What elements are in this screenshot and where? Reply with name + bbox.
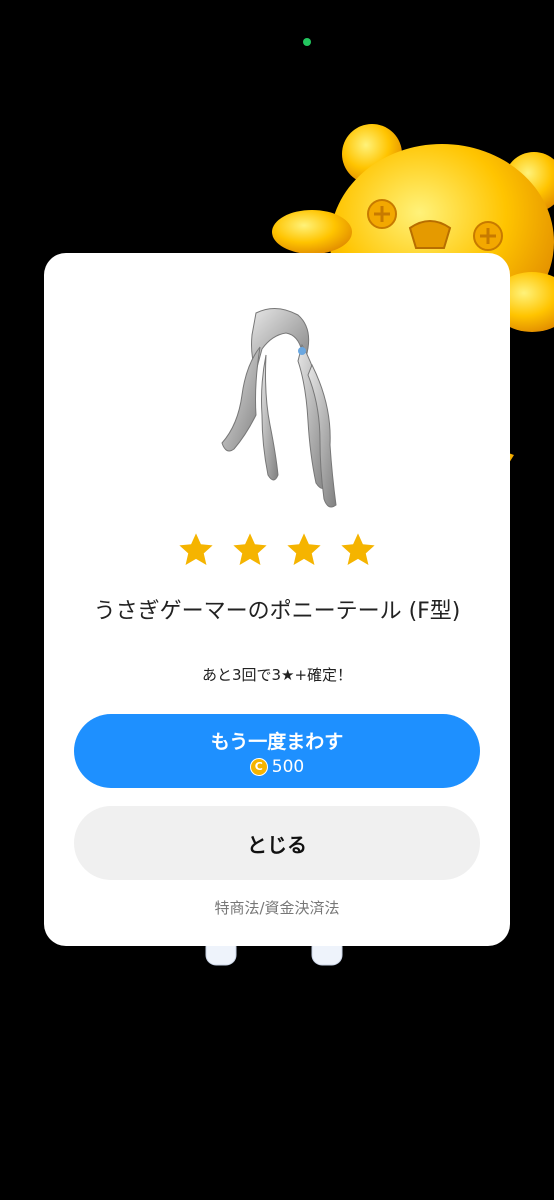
coin-icon: C xyxy=(249,757,268,776)
star-icon xyxy=(179,533,213,566)
rarity-stars xyxy=(44,531,510,569)
spin-cost-amount: 500 xyxy=(271,756,305,777)
pity-counter-text: あと3回で3★+確定！ xyxy=(201,666,353,684)
star-icon xyxy=(233,533,267,566)
ponytail-hair-item-image xyxy=(221,308,337,508)
spin-cost: C 500 xyxy=(74,757,480,777)
item-name: うさぎゲーマーのポニーテール (F型) xyxy=(93,599,461,624)
spin-again-label: もう一度まわす xyxy=(210,730,344,753)
spin-again-button[interactable]: もう一度まわす C 500 xyxy=(74,714,480,788)
close-button[interactable]: とじる xyxy=(74,806,480,880)
legal-notice-link[interactable]: 特商法/資金決済法 xyxy=(44,897,510,918)
status-indicator-dot xyxy=(303,38,311,46)
star-icon xyxy=(287,533,321,566)
gacha-result-dialog: うさぎゲーマーのポニーテール (F型) あと3回で3★+確定！ もう一度まわす … xyxy=(44,253,510,946)
star-icon xyxy=(341,533,375,566)
